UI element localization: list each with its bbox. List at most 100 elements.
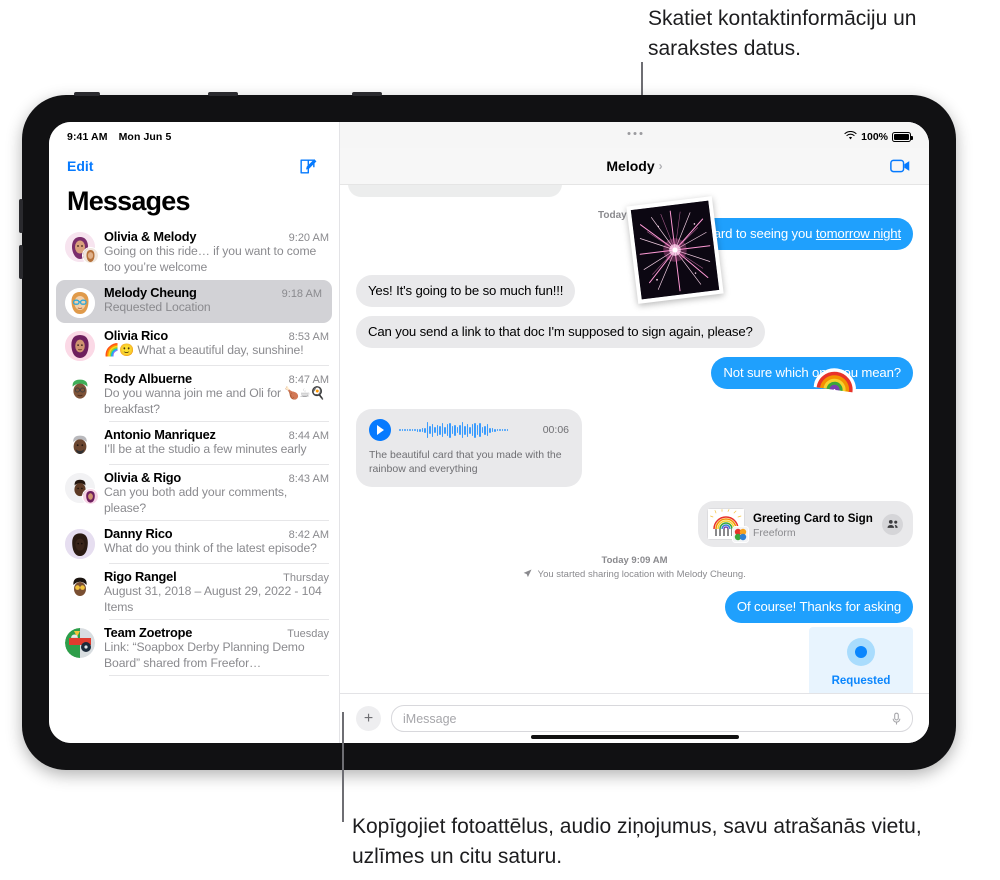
message-link[interactable]: tomorrow night: [816, 226, 901, 241]
system-message-text: You started sharing location with Melody…: [537, 569, 746, 580]
imessage-input[interactable]: iMessage: [391, 705, 913, 732]
play-icon[interactable]: [369, 419, 391, 441]
avatar-rigo-rangel: [65, 572, 95, 602]
audio-message-bubble[interactable]: 00:06 The beautiful card that you made w…: [356, 409, 582, 487]
conversation-time: Tuesday: [287, 628, 329, 640]
callout-bottom-leader: [342, 712, 344, 822]
day-stamp: Today: [598, 210, 627, 221]
conversation-row-antonio-manriquez[interactable]: Antonio Manriquez 8:44 AM I’ll be at the…: [49, 422, 339, 465]
message-row-audio: 00:06 The beautiful card that you made w…: [356, 409, 913, 487]
conversation-time: 8:47 AM: [288, 374, 329, 386]
conversation-time: 8:43 AM: [288, 473, 329, 485]
partial-bubble-above: [348, 185, 562, 197]
conversation-preview: 🌈🙂 What a beautiful day, sunshine!: [104, 343, 304, 357]
photo-sticker-fireworks[interactable]: [626, 196, 724, 304]
contact-name: Melody: [606, 158, 655, 174]
message-bubble-out[interactable]: Of course! Thanks for asking: [724, 591, 913, 623]
location-request-tile[interactable]: Requested: [809, 627, 913, 693]
rainbow-sticker[interactable]: [813, 349, 860, 394]
conversation-row-rody-albuerne[interactable]: Rody Albuerne 8:47 AM Do you wanna join …: [49, 366, 339, 422]
people-icon[interactable]: [882, 513, 903, 535]
conversation-row-melody-cheung[interactable]: Melody Cheung 9:18 AM Requested Location: [56, 280, 332, 323]
shared-card-bubble[interactable]: Greeting Card to Sign Freeform: [698, 501, 913, 547]
message-bubble-out[interactable]: Not sure which one you mean?: [711, 357, 913, 389]
plus-icon[interactable]: +: [356, 706, 381, 731]
battery-percent: 100%: [861, 131, 888, 143]
conversation-time: Thursday: [283, 572, 329, 584]
message-row-out-2: Not sure which one you mean?: [356, 357, 913, 393]
system-message-time: Today 9:09 AM: [601, 555, 668, 566]
conversation-name: Rody Albuerne: [104, 371, 192, 386]
audio-waveform[interactable]: [399, 419, 535, 441]
conversation-row-olivia-rigo[interactable]: Olivia & Rigo 8:43 AM Can you both add y…: [49, 465, 339, 521]
location-arrow-icon: [523, 569, 532, 583]
conversation-name: Rigo Rangel: [104, 569, 177, 584]
status-bar-right: 100%: [340, 122, 929, 148]
multitask-dots-icon[interactable]: [627, 132, 642, 135]
shared-card-app: Freeform: [753, 527, 796, 539]
conversation-time: 9:20 AM: [288, 232, 329, 244]
page-title: Messages: [67, 186, 190, 216]
message-composer: + iMessage: [340, 693, 929, 743]
conversation-body: Danny Rico 8:42 AM What do you think of …: [104, 526, 329, 559]
conversation-body: Olivia & Rigo 8:43 AM Can you both add y…: [104, 470, 329, 516]
edit-button[interactable]: Edit: [67, 158, 93, 174]
conversation-name: Olivia & Melody: [104, 229, 197, 244]
conversation-preview: Going on this ride… if you want to come …: [104, 244, 317, 274]
callout-bottom-text: Kopīgojiet fotoattēlus, audio ziņojumus,…: [352, 815, 922, 868]
avatar-badge: [82, 247, 99, 264]
conversation-body: Antonio Manriquez 8:44 AM I’ll be at the…: [104, 427, 329, 460]
conversation-preview: Requested Location: [104, 300, 211, 314]
conversation-row-team-zoetrope[interactable]: Team Zoetrope Tuesday Link: “Soapbox Der…: [49, 620, 339, 676]
conversation-preview: August 31, 2018 – August 29, 2022 - 104 …: [104, 584, 322, 614]
top-button-1[interactable]: [208, 92, 238, 96]
conversation-name: Danny Rico: [104, 526, 173, 541]
location-dot-icon: [847, 638, 875, 666]
message-bubble-in[interactable]: Can you send a link to that doc I'm supp…: [356, 316, 765, 348]
message-thread[interactable]: Today …ard to seeing you tomorrow night: [340, 185, 929, 693]
conversation-row-danny-rico[interactable]: Danny Rico 8:42 AM What do you think of …: [49, 521, 339, 564]
conversation-row-olivia-rico[interactable]: Olivia Rico 8:53 AM 🌈🙂 What a beautiful …: [49, 323, 339, 366]
avatar-olivia-rico: [65, 331, 95, 361]
conversation-body: Melody Cheung 9:18 AM Requested Location: [104, 285, 322, 318]
message-bubble-in[interactable]: Yes! It's going to be so much fun!!!: [356, 275, 576, 307]
conversation-list: Olivia & Melody 9:20 AM Going on this ri…: [49, 224, 339, 676]
conversation-preview: What do you think of the latest episode?: [104, 541, 317, 555]
avatar-antonio-manriquez: [65, 430, 95, 460]
group-avatar-olivia-rigo: [65, 473, 99, 505]
avatar-melody-cheung: [65, 288, 95, 318]
conversation-name: Olivia & Rigo: [104, 470, 182, 485]
conversation-time: 8:42 AM: [288, 529, 329, 541]
chat-header: Melody ›: [340, 148, 929, 185]
status-time: 9:41 AM: [67, 131, 108, 143]
message-row-out-3: Of course! Thanks for asking: [356, 591, 913, 623]
messages-sidebar: 9:41 AM Mon Jun 5 Edit Messages Olivia &…: [49, 122, 340, 743]
status-date: Mon Jun 5: [118, 131, 172, 143]
home-indicator[interactable]: [530, 735, 739, 739]
message-bubble-out[interactable]: …ard to seeing you tomorrow night: [688, 218, 913, 250]
message-row-in-2: Can you send a link to that doc I'm supp…: [356, 316, 913, 348]
ipad-screen: 9:41 AM Mon Jun 5 Edit Messages Olivia &…: [49, 122, 929, 743]
message-row-location-tile: Requested: [356, 627, 913, 693]
conversation-body: Rody Albuerne 8:47 AM Do you wanna join …: [104, 371, 329, 417]
conversation-row-rigo-rangel[interactable]: Rigo Rangel Thursday August 31, 2018 – A…: [49, 564, 339, 620]
volume-down-button[interactable]: [19, 245, 23, 279]
compose-icon[interactable]: [298, 157, 317, 176]
conversation-body: Olivia Rico 8:53 AM 🌈🙂 What a beautiful …: [104, 328, 329, 361]
conversation-preview: I’ll be at the studio a few minutes earl…: [104, 442, 307, 456]
wifi-icon: [844, 130, 857, 144]
microphone-icon[interactable]: [892, 712, 901, 726]
conversation-preview: Can you both add your comments, please?: [104, 485, 288, 515]
callout-top-text: Skatiet kontaktinformāciju un sarakstes …: [648, 7, 917, 60]
volume-up-button[interactable]: [19, 199, 23, 233]
conversation-row-olivia-melody[interactable]: Olivia & Melody 9:20 AM Going on this ri…: [49, 224, 339, 280]
facetime-video-icon[interactable]: [890, 159, 911, 173]
contact-name-button[interactable]: Melody ›: [606, 158, 662, 174]
conversation-time: 8:44 AM: [288, 430, 329, 442]
status-bar-left: 9:41 AM Mon Jun 5: [49, 122, 339, 148]
imessage-placeholder: iMessage: [403, 711, 457, 726]
greeting-card-thumbnail: [708, 509, 749, 543]
top-button-2[interactable]: [352, 92, 382, 96]
conversation-body: Olivia & Melody 9:20 AM Going on this ri…: [104, 229, 329, 275]
battery-icon: [892, 132, 913, 142]
